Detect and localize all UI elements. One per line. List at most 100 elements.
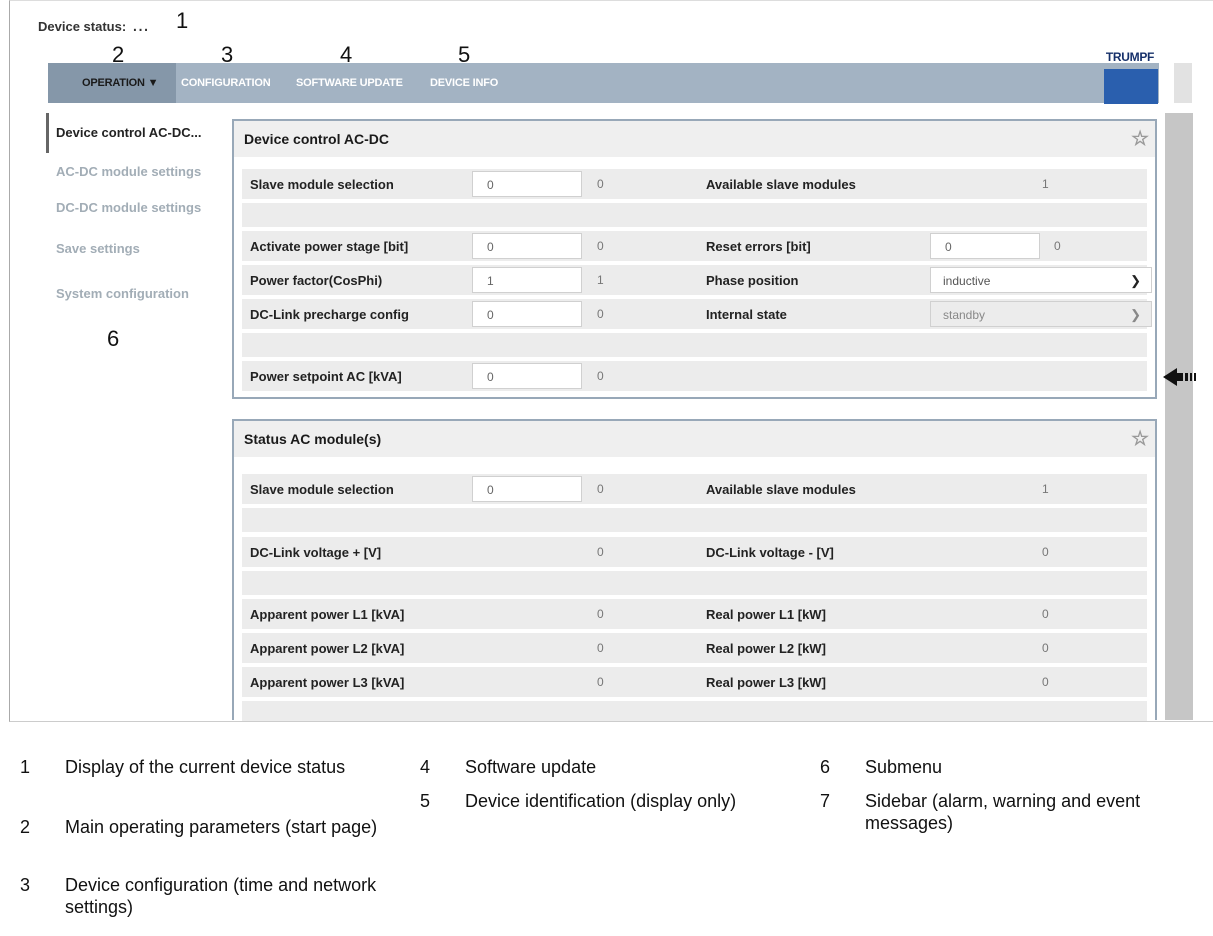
legend-number: 1	[20, 757, 31, 777]
panel-title-text: Device control AC-DC	[244, 131, 389, 147]
row-spacer	[242, 333, 1147, 357]
legend-item: 1 Display of the current device status	[20, 756, 400, 806]
legend-text: Device configuration (time and network s…	[65, 875, 377, 917]
row-activate-power: Activate power stage [bit] 0 0 Reset err…	[242, 231, 1147, 261]
device-status-value: ...	[132, 14, 149, 36]
row-dc-link-voltage: DC-Link voltage + [V] 0 DC-Link voltage …	[242, 537, 1147, 567]
star-icon[interactable]: ☆	[1131, 429, 1149, 449]
row-dc-link-precharge: DC-Link precharge config 0 0 Internal st…	[242, 299, 1152, 329]
sidebar-item-ac-dc-settings[interactable]: AC-DC module settings	[46, 153, 224, 198]
row-power-l3: Apparent power L3 [kVA] 0 Real power L3 …	[242, 667, 1147, 697]
value: 0	[597, 369, 604, 383]
device-status: Device status:...	[38, 14, 149, 37]
select-value: inductive	[943, 274, 991, 288]
nav-operation[interactable]: OPERATION ▼	[48, 63, 176, 103]
label: Real power L3 [kW]	[706, 675, 826, 690]
value: 1	[1042, 177, 1049, 191]
value: 0	[1042, 641, 1049, 655]
header-edge	[1174, 63, 1192, 103]
value: 0	[1054, 239, 1061, 253]
callout-1: 1	[176, 8, 189, 33]
value: 0	[597, 307, 604, 321]
legend-number: 6	[820, 757, 831, 777]
row-power-setpoint: Power setpoint AC [kVA] 0 0	[242, 361, 1147, 391]
arrow-left-icon	[1163, 368, 1196, 386]
dc-link-precharge-input[interactable]: 0	[472, 301, 582, 327]
legend-text: Software update	[465, 757, 597, 777]
label: Power setpoint AC [kVA]	[250, 369, 402, 384]
label: Real power L1 [kW]	[706, 607, 826, 622]
message-sidebar[interactable]	[1165, 113, 1193, 720]
row-spacer	[242, 203, 1147, 227]
legend-text: Device identification (display only)	[465, 791, 737, 811]
star-icon[interactable]: ☆	[1131, 129, 1149, 149]
legend-text: Display of the current device status	[65, 757, 346, 777]
chevron-down-icon: ❯	[1130, 273, 1141, 288]
panel-title: Device control AC-DC ☆	[234, 121, 1155, 157]
power-factor-input[interactable]: 1	[472, 267, 582, 293]
legend-item: 2 Main operating parameters (start page)	[20, 816, 400, 866]
value: 0	[1042, 545, 1049, 559]
nav-software-update[interactable]: SOFTWARE UPDATE	[296, 63, 403, 103]
logo-box	[1104, 69, 1158, 104]
legend-text: Main operating parameters (start page)	[65, 817, 378, 837]
sidebar-item-system-configuration[interactable]: System configuration	[46, 284, 224, 329]
label: DC-Link precharge config	[250, 307, 409, 322]
label: Slave module selection	[250, 482, 394, 497]
label: Slave module selection	[250, 177, 394, 192]
label: DC-Link voltage - [V]	[706, 545, 834, 560]
value: 0	[597, 177, 604, 191]
panel-status-ac-modules: Status AC module(s) ☆ Slave module selec…	[232, 419, 1157, 721]
reset-errors-input[interactable]: 0	[930, 233, 1040, 259]
value: 0	[597, 545, 604, 559]
legend-item: 7 Sidebar (alarm, warning and event mess…	[820, 790, 1200, 840]
sidebar-item-save-settings[interactable]: Save settings	[46, 239, 224, 284]
legend-item: 4 Software update	[420, 756, 800, 780]
main-nav: OPERATION ▼ CONFIGURATION SOFTWARE UPDAT…	[48, 63, 1159, 103]
label: Apparent power L2 [kVA]	[250, 641, 405, 656]
legend-column-2: 4 Software update 5 Device identificatio…	[420, 756, 800, 876]
nav-configuration[interactable]: CONFIGURATION	[181, 63, 271, 103]
value: 0	[597, 641, 604, 655]
sidebar-item-device-control[interactable]: Device control AC-DC...	[46, 113, 224, 153]
value: 0	[597, 607, 604, 621]
submenu: Device control AC-DC... AC-DC module set…	[46, 113, 224, 329]
row-slave-selection: Slave module selection 0 0 Available sla…	[242, 169, 1147, 199]
device-status-label: Device status:	[38, 19, 127, 34]
power-setpoint-input[interactable]: 0	[472, 363, 582, 389]
legend-column-1: 1 Display of the current device status 2…	[20, 756, 400, 936]
value: 0	[1042, 675, 1049, 689]
legend-column-3: 6 Submenu 7 Sidebar (alarm, warning and …	[820, 756, 1200, 876]
value: 0	[1042, 607, 1049, 621]
phase-position-select[interactable]: inductive ❯	[930, 267, 1152, 293]
value: 1	[1042, 482, 1049, 496]
row-power-factor: Power factor(CosPhi) 1 1 Phase position …	[242, 265, 1152, 295]
legend-number: 2	[20, 817, 31, 837]
activate-power-input[interactable]: 0	[472, 233, 582, 259]
label: Available slave modules	[706, 177, 856, 192]
label: Phase position	[706, 273, 799, 288]
slave-selection-input[interactable]: 0	[472, 476, 582, 502]
chevron-down-icon: ❯	[1130, 307, 1141, 322]
nav-device-info[interactable]: DEVICE INFO	[430, 63, 498, 103]
row-slave-selection: Slave module selection 0 0 Available sla…	[242, 474, 1147, 504]
trumpf-logo: TRUMPF	[1099, 50, 1161, 104]
row-spacer	[242, 701, 1147, 721]
sidebar-item-dc-dc-settings[interactable]: DC-DC module settings	[46, 198, 224, 239]
label: Apparent power L1 [kVA]	[250, 607, 405, 622]
slave-selection-input[interactable]: 0	[472, 171, 582, 197]
row-spacer	[242, 571, 1147, 595]
callout-6: 6	[107, 326, 120, 351]
internal-state-select: standby ❯	[930, 301, 1152, 327]
legend-number: 4	[420, 757, 431, 777]
label: Reset errors [bit]	[706, 239, 811, 254]
row-power-l1: Apparent power L1 [kVA] 0 Real power L1 …	[242, 599, 1147, 629]
select-value: standby	[943, 308, 986, 322]
row-power-l2: Apparent power L2 [kVA] 0 Real power L2 …	[242, 633, 1147, 663]
logo-text: TRUMPF	[1105, 50, 1155, 64]
legend-item: 6 Submenu	[820, 756, 1200, 780]
label: Real power L2 [kW]	[706, 641, 826, 656]
value: 1	[597, 273, 604, 287]
panel-title: Status AC module(s) ☆	[234, 421, 1155, 457]
value: 0	[597, 482, 604, 496]
